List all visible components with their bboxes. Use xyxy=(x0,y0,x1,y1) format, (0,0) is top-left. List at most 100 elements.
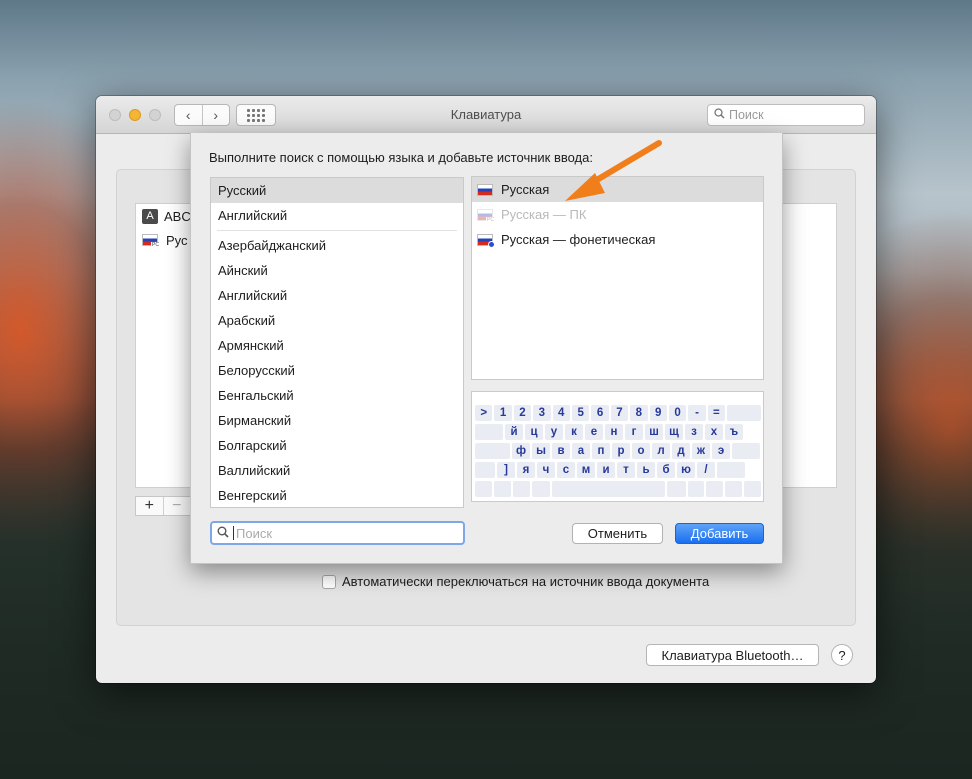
auto-switch-row[interactable]: Автоматически переключаться на источник … xyxy=(322,574,709,589)
language-item-english-top[interactable]: Английский xyxy=(211,203,463,228)
add-input-source-sheet: Выполните поиск с помощью языка и добавь… xyxy=(190,133,783,564)
russian-phonetic-flag-icon xyxy=(477,233,495,248)
language-item[interactable]: Белорусский xyxy=(211,358,463,383)
key-blank xyxy=(717,462,745,478)
keyboard-key: 8 xyxy=(630,405,648,421)
key-blank xyxy=(475,424,503,440)
keyboard-key: р xyxy=(612,443,630,459)
keyboard-key: к xyxy=(565,424,583,440)
language-item-russian[interactable]: Русский xyxy=(211,178,463,203)
sheet-heading: Выполните поиск с помощью языка и добавь… xyxy=(209,150,593,165)
key-blank xyxy=(727,405,761,421)
key-blank xyxy=(475,462,495,478)
keyboard-key: т xyxy=(617,462,635,478)
key-cmd xyxy=(531,481,551,497)
auto-switch-label: Автоматически переключаться на источник … xyxy=(342,574,710,589)
keyboard-key: 7 xyxy=(610,405,629,421)
keyboard-key: щ xyxy=(665,424,683,440)
keyboard-key: л xyxy=(652,443,670,459)
language-item[interactable]: Армянский xyxy=(211,333,463,358)
language-item[interactable]: Валлийский xyxy=(211,458,463,483)
add-source-button[interactable]: + xyxy=(136,497,163,515)
keyboard-key: 9 xyxy=(649,405,667,421)
keyboard-row-3: фывапролджэ xyxy=(475,443,763,460)
bluetooth-keyboard-button[interactable]: Клавиатура Bluetooth… xyxy=(646,644,819,666)
source-option-label: Русская xyxy=(501,182,550,197)
source-label: ABC xyxy=(164,208,191,224)
keyboard-key: 1 xyxy=(494,405,512,421)
language-search-field[interactable]: Поиск xyxy=(210,521,465,545)
language-item[interactable]: Бенгальский xyxy=(211,383,463,408)
language-item[interactable]: Бирманский xyxy=(211,408,463,433)
language-search-placeholder: Поиск xyxy=(236,525,273,541)
add-button[interactable]: Добавить xyxy=(675,523,764,544)
keyboard-key: ф xyxy=(512,443,530,459)
keyboard-key: > xyxy=(475,405,493,421)
keyboard-key: в xyxy=(552,443,570,459)
keyboard-key: / xyxy=(697,462,715,478)
language-item[interactable]: Арабский xyxy=(211,308,463,333)
language-item[interactable]: Венгерский xyxy=(211,483,463,507)
keyboard-row-4: ] я ч с м и т ь б ю / xyxy=(475,462,763,479)
text-caret xyxy=(233,526,234,540)
remove-source-button[interactable]: − xyxy=(162,497,191,515)
keyboard-key: ж xyxy=(692,443,710,459)
keyboard-key: п xyxy=(592,443,610,459)
language-item[interactable]: Английский xyxy=(211,283,463,308)
help-button[interactable]: ? xyxy=(831,644,853,666)
keyboard-key: 0 xyxy=(668,405,687,421)
key-right xyxy=(744,481,761,497)
keyboard-key: 6 xyxy=(591,405,609,421)
auto-switch-checkbox[interactable] xyxy=(322,574,336,589)
keyboard-row-1: >1 2 3 4 5 6 7 8 9 0- = xyxy=(475,405,763,422)
keyboard-key: б xyxy=(657,462,675,478)
keyboard-key: ъ xyxy=(725,424,743,440)
keyboard-key: 3 xyxy=(533,405,551,421)
russian-pc-flag-icon: PC xyxy=(477,208,495,223)
keyboard-key: с xyxy=(557,462,575,478)
keyboard-key: ю xyxy=(677,462,695,478)
keyboard-key: о xyxy=(632,443,650,459)
keyboard-key: у xyxy=(545,424,563,440)
search-icon xyxy=(714,108,725,122)
keyboard-key: г xyxy=(625,424,643,440)
source-label: Рус xyxy=(166,232,188,248)
key-opt-right xyxy=(687,481,705,497)
key-blank xyxy=(475,443,510,459)
russian-flag-icon: PC xyxy=(142,234,160,248)
title-bar: ‹ › Клавиатура Поиск xyxy=(96,96,876,134)
keyboard-key: з xyxy=(685,424,703,440)
keyboard-row-space xyxy=(475,481,763,498)
key-fn xyxy=(475,481,492,497)
keyboard-key: и xyxy=(597,462,615,478)
keyboard-key: м xyxy=(577,462,595,478)
keyboard-key: а xyxy=(572,443,590,459)
language-item[interactable]: Айнский xyxy=(211,258,463,283)
keyboard-key: 4 xyxy=(552,405,570,421)
key-blank xyxy=(732,443,760,459)
russian-flag-icon xyxy=(477,183,493,196)
keyboard-key: н xyxy=(605,424,623,440)
keyboard-key: ч xyxy=(537,462,555,478)
keyboard-key: э xyxy=(712,443,730,459)
search-icon xyxy=(217,526,229,541)
keyboard-key: = xyxy=(707,405,726,421)
language-item[interactable]: Болгарский xyxy=(211,433,463,458)
keyboard-key: ь xyxy=(637,462,655,478)
key-space xyxy=(552,481,665,497)
keyboard-key: е xyxy=(585,424,603,440)
add-remove-bar: + − xyxy=(135,496,191,516)
window-search-field[interactable]: Поиск xyxy=(707,104,865,126)
language-item[interactable]: Азербайджанский xyxy=(211,233,463,258)
key-ctrl xyxy=(493,481,511,497)
keyboard-row-2: йцукенгшщзхъ xyxy=(475,424,763,441)
annotation-arrow-icon xyxy=(565,140,662,201)
cancel-button[interactable]: Отменить xyxy=(572,523,663,544)
source-option-russian-phonetic[interactable]: Русская — фонетическая xyxy=(472,227,763,252)
language-list[interactable]: Русский Английский Азербайджанский Айнск… xyxy=(210,177,464,508)
key-cmd-right xyxy=(666,481,686,497)
window-search-placeholder: Поиск xyxy=(729,108,764,122)
keyboard-key: й xyxy=(505,424,523,440)
keyboard-key: я xyxy=(517,462,535,478)
key-opt xyxy=(512,481,530,497)
